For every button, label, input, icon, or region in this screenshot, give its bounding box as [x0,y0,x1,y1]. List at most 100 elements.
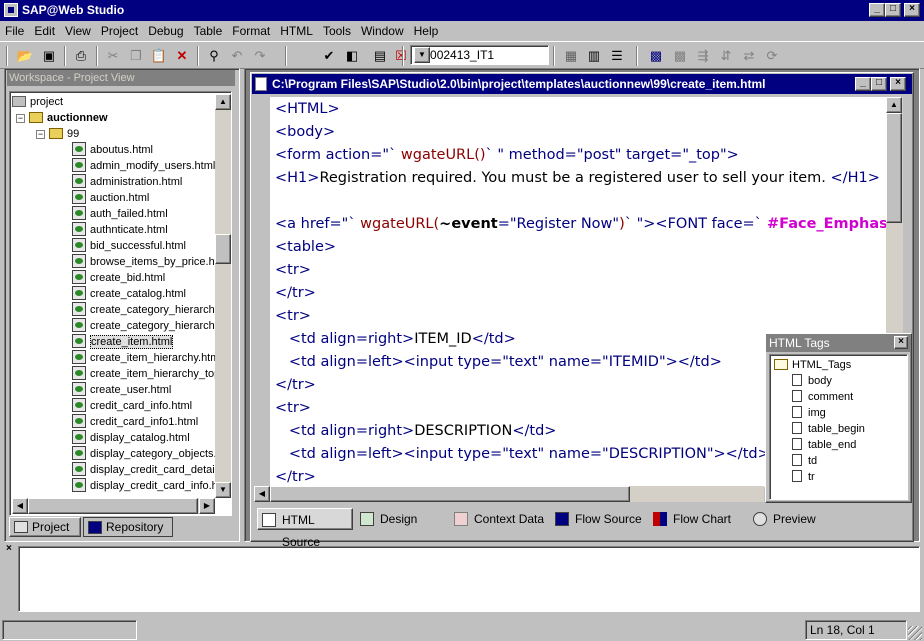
code-line[interactable]: </tr> [275,466,316,487]
menu-debug[interactable]: Debug [143,21,188,41]
tree-file[interactable]: browse_items_by_price.htm [72,254,227,270]
tree-file[interactable]: create_item_hierarchy_top [72,366,220,382]
code-line[interactable]: <td align=right>ITEM_ID</td> [275,328,516,350]
tab-design[interactable]: Design [356,508,444,530]
refresh-icon[interactable]: ⇄ [738,46,760,66]
code-line[interactable]: <form action="` wgateURL()` " method="po… [275,144,739,166]
open-folder-icon[interactable]: 📂 [14,46,36,66]
scroll-left-button[interactable]: ◀ [254,486,270,502]
system-combo[interactable]: pal002413_IT1 ▼ [410,45,549,65]
code-line[interactable]: </tr> [275,282,316,304]
hscroll-thumb[interactable] [270,486,630,502]
scroll-thumb[interactable] [215,234,231,264]
print-icon[interactable]: ⎙ [70,46,92,66]
connect-icon[interactable]: ⇶ [692,46,714,66]
html-tag-icon[interactable]: ▦ [560,46,582,66]
code-line[interactable]: <tr> [275,259,311,281]
copy-icon[interactable]: ❐ [125,46,147,66]
tab-repository[interactable]: Repository [83,517,173,537]
maximize-button[interactable]: □ [885,3,901,17]
tab-flow-chart[interactable]: Flow Chart [649,508,739,530]
code-line[interactable]: <a href="` wgateURL(~event="Register Now… [275,213,886,235]
code-line[interactable]: <table> [275,236,336,258]
collapse-icon[interactable]: − [36,130,45,139]
tag-item[interactable]: comment [792,389,853,405]
undo-icon[interactable]: ↶ [226,46,248,66]
tree-file[interactable]: create_item.html [72,334,174,350]
tree-file[interactable]: authnticate.html [72,222,168,238]
tab-preview[interactable]: Preview [749,508,829,530]
scroll-up-button[interactable]: ▲ [886,97,902,113]
cut-icon[interactable]: ✂ [102,46,124,66]
tag-item[interactable]: body [792,373,832,389]
tree-root[interactable]: project [12,94,63,110]
compile-icon[interactable]: ▤ [369,46,391,66]
find-icon[interactable]: ⚲ [203,46,225,66]
tab-project[interactable]: Project [9,517,81,537]
editor-maximize-button[interactable]: □ [871,77,887,91]
view-icon[interactable]: ☒ [390,46,412,66]
menu-table[interactable]: Table [189,21,228,41]
close-button[interactable]: × [904,3,920,17]
menu-tools[interactable]: Tools [318,21,356,41]
menu-file[interactable]: File [0,21,29,41]
code-line[interactable]: <HTML> [275,98,340,120]
table-icon[interactable]: ▥ [583,46,605,66]
tree-file[interactable]: auth_failed.html [72,206,168,222]
code-line[interactable]: </tr> [275,374,316,396]
tag-item[interactable]: table_end [792,437,856,453]
check-icon[interactable]: ✔ [318,46,340,66]
tree-file[interactable]: create_category_hierarchy [72,302,220,318]
tag-item[interactable]: img [792,405,826,421]
html-tags-root[interactable]: HTML_Tags [774,357,851,373]
menu-edit[interactable]: Edit [29,21,60,41]
menu-window[interactable]: Window [356,21,409,41]
code-line[interactable]: <H1>Registration required. You must be a… [275,167,880,189]
sync-icon[interactable]: ⇵ [715,46,737,66]
scroll-right-button[interactable]: ▶ [199,498,215,514]
tree-file[interactable]: create_item_hierarchy.htm [72,350,219,366]
tab-flow-source[interactable]: Flow Source [551,508,645,530]
delete-icon[interactable]: ✕ [171,46,193,66]
workspace-hscrollbar[interactable]: ◀ ▶ [12,498,215,514]
tree-file[interactable]: create_bid.html [72,270,165,286]
menu-view[interactable]: View [60,21,96,41]
code-line[interactable]: <td align=left><input type="text" name="… [275,443,770,465]
menu-help[interactable]: Help [409,21,444,41]
html-tags-close-button[interactable]: × [894,336,908,349]
editor-hscrollbar[interactable]: ◀ [254,486,764,502]
paste-icon[interactable]: 📋 [148,46,170,66]
tree-file[interactable]: create_user.html [72,382,171,398]
code-line[interactable]: <td align=left><input type="text" name="… [275,351,722,373]
tag-item[interactable]: table_begin [792,421,865,437]
tree-project[interactable]: − auctionnew [16,110,108,126]
tree-file[interactable]: administration.html [72,174,182,190]
resize-grip-icon[interactable] [908,626,922,640]
tree-file[interactable]: display_catalog.html [72,430,190,446]
tag-item[interactable]: td [792,453,817,469]
code-line[interactable]: <body> [275,121,335,143]
output-close-icon[interactable]: × [6,544,16,554]
tag-item[interactable]: tr [792,469,815,485]
tree-file[interactable]: aboutus.html [72,142,153,158]
scroll-thumb[interactable] [886,113,902,223]
save-icon[interactable]: ▣ [38,46,60,66]
tree-file[interactable]: create_category_hierarchy [72,318,220,334]
tab-html-source[interactable]: HTML Source [257,508,353,549]
scroll-down-button[interactable]: ▼ [215,482,231,498]
tree-folder-99[interactable]: − 99 [36,126,79,142]
network-icon[interactable]: ▩ [645,46,667,66]
output-panel[interactable] [18,546,920,612]
editor-minimize-button[interactable]: _ [855,77,871,91]
tree-file[interactable]: auction.html [72,190,149,206]
workspace-vscrollbar[interactable]: ▲ ▼ [215,94,231,498]
tree-file[interactable]: admin_modify_users.html [72,158,215,174]
menu-html[interactable]: HTML [275,21,318,41]
tree-file[interactable]: display_category_objects.h [72,446,223,462]
code-line[interactable]: <td align=right>DESCRIPTION</td> [275,420,557,442]
menu-format[interactable]: Format [227,21,275,41]
editor-close-button[interactable]: × [890,77,906,91]
tree-file[interactable]: display_credit_card_detail. [72,462,220,478]
publish-icon[interactable]: ◧ [341,46,363,66]
server-icon[interactable]: ▩ [669,46,691,66]
